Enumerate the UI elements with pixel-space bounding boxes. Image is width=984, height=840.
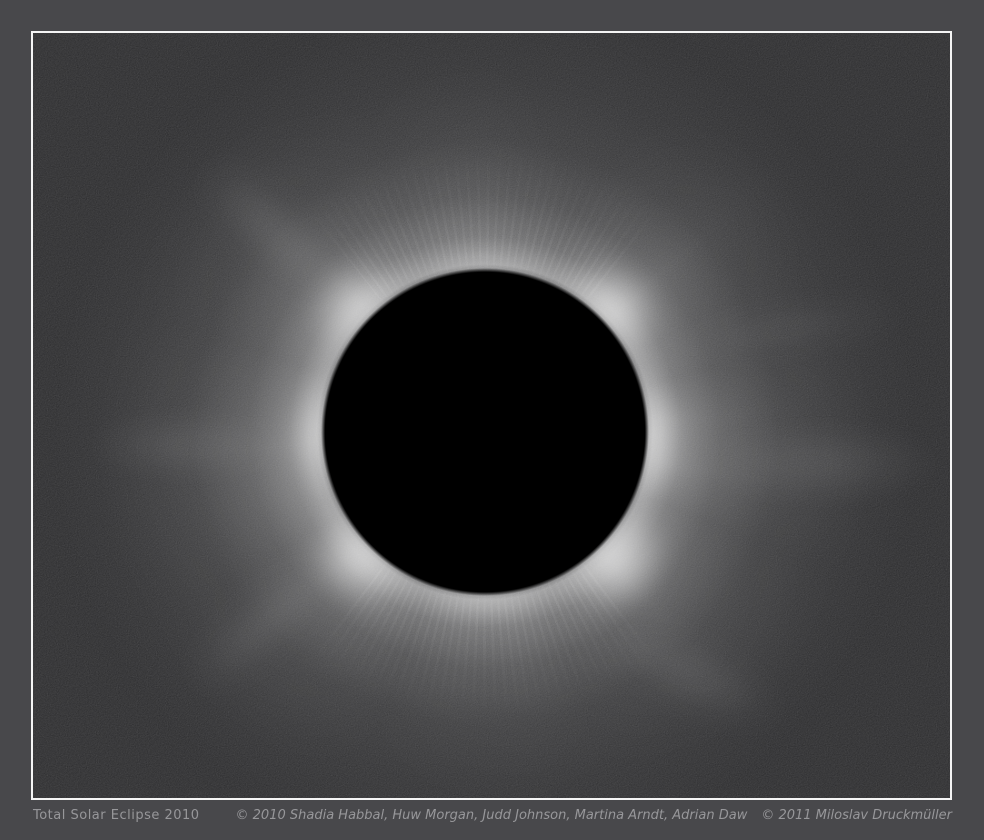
caption-credit-processing: © 2011 Miloslav Druckmüller — [761, 808, 952, 823]
caption-credits: © 2010 Shadia Habbal, Huw Morgan, Judd J… — [236, 808, 952, 823]
caption-credit-photographers: © 2010 Shadia Habbal, Huw Morgan, Judd J… — [236, 808, 748, 823]
eclipse-wallpaper: Total Solar Eclipse 2010 © 2010 Shadia H… — [0, 0, 984, 840]
eclipse-photo — [31, 31, 952, 800]
caption-title: Total Solar Eclipse 2010 — [33, 808, 200, 823]
caption-bar: Total Solar Eclipse 2010 © 2010 Shadia H… — [33, 808, 952, 823]
moon-disk — [321, 268, 649, 596]
